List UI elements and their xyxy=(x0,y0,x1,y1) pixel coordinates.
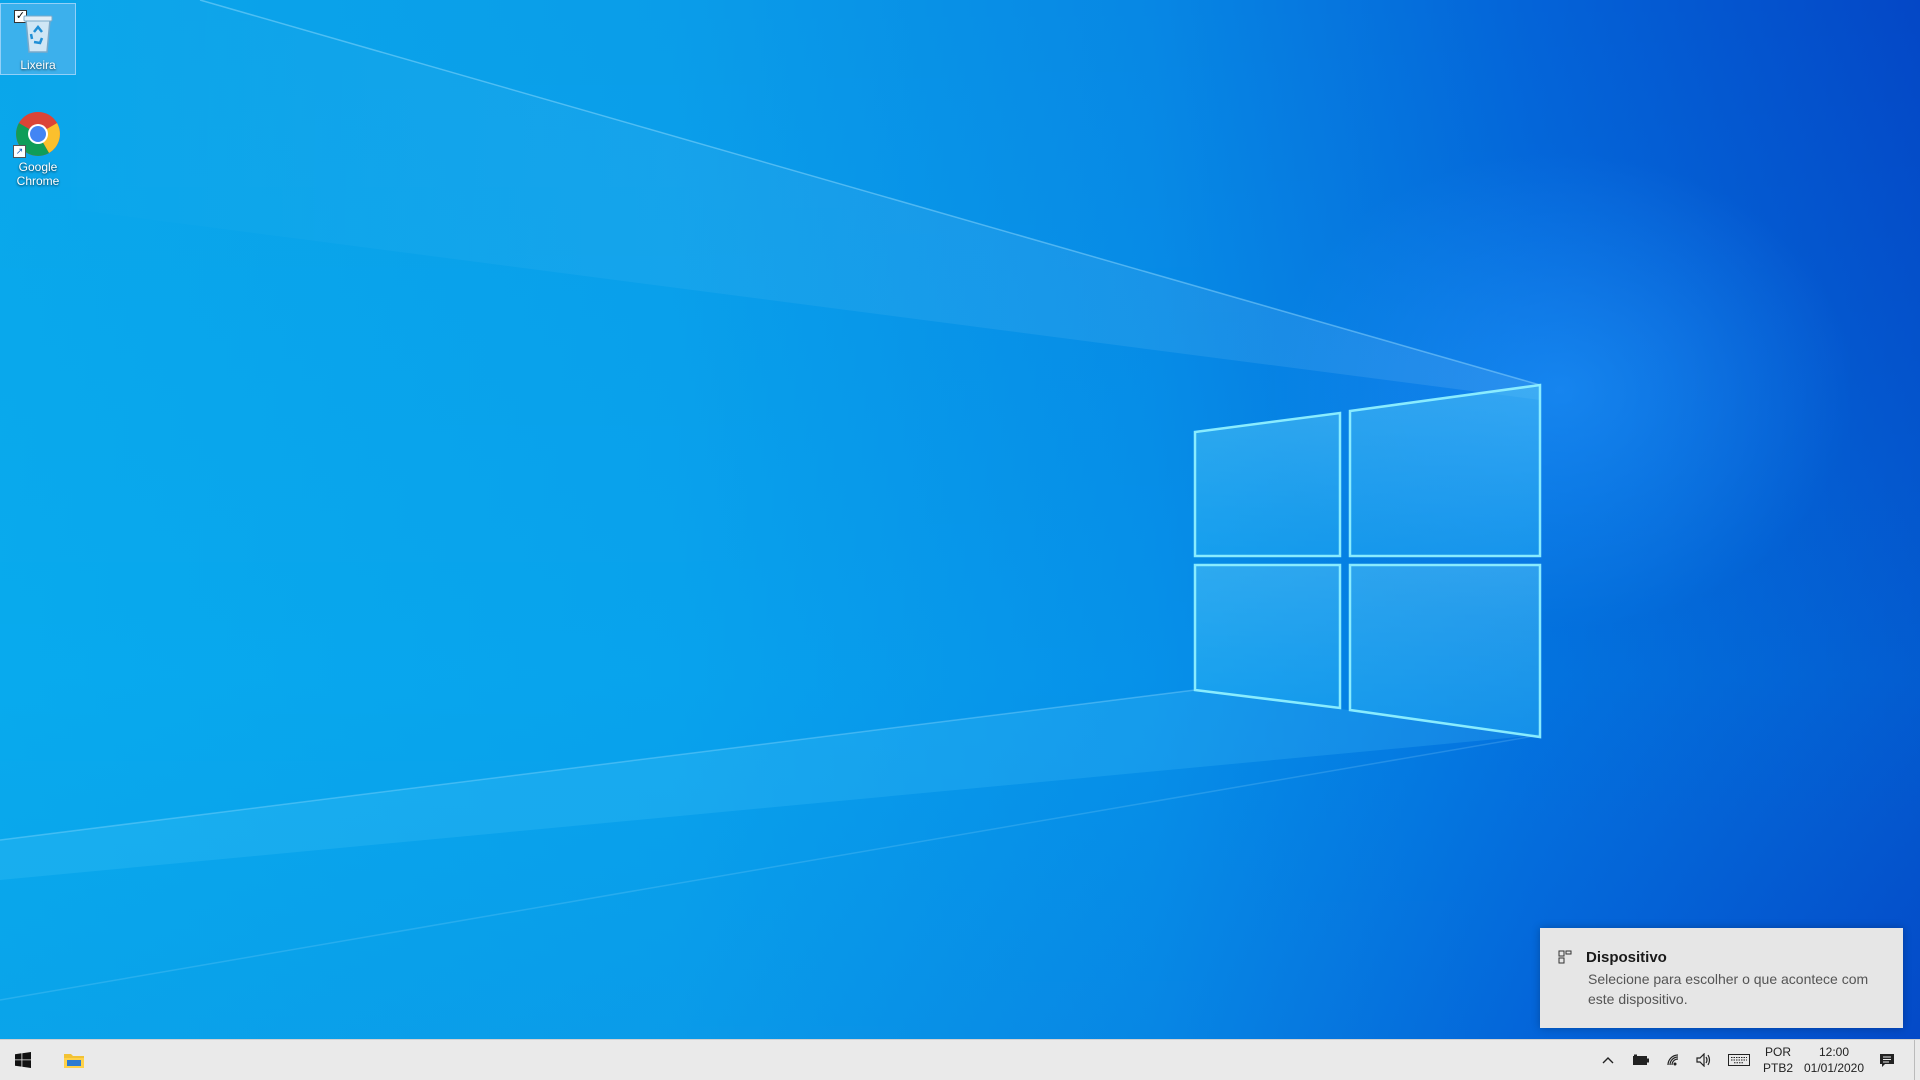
notification-toast[interactable]: Dispositivo Selecione para escolher o qu… xyxy=(1540,928,1903,1028)
volume-icon xyxy=(1696,1053,1711,1067)
desktop-icon-label: Google Chrome xyxy=(16,160,60,188)
chevron-up-icon xyxy=(1602,1057,1614,1064)
desktop[interactable]: ✓ Lixeira ↗ Google Chrome Dispositivo Se… xyxy=(0,0,1920,1039)
show-desktop-button[interactable] xyxy=(1914,1040,1920,1080)
start-button[interactable] xyxy=(0,1040,46,1080)
tray-volume[interactable] xyxy=(1692,1040,1718,1080)
recycle-bin-icon xyxy=(14,8,62,56)
taskbar: POR PTB2 12:00 01/01/2020 xyxy=(0,1039,1920,1080)
desktop-icon-recycle-bin[interactable]: ✓ Lixeira xyxy=(0,3,76,75)
battery-icon xyxy=(1633,1054,1649,1065)
wifi-icon xyxy=(1667,1054,1679,1066)
windows-logo-wallpaper xyxy=(0,0,1542,1001)
tray-input-language[interactable]: POR PTB2 xyxy=(1760,1040,1796,1080)
tray-battery[interactable] xyxy=(1628,1040,1654,1080)
tray-chevron-up[interactable] xyxy=(1596,1040,1620,1080)
notification-body: Selecione para escolher o que acontece c… xyxy=(1588,971,1869,1007)
action-center-icon xyxy=(1880,1053,1894,1067)
keyboard-layout: PTB2 xyxy=(1762,1061,1793,1075)
clock-time: 12:00 xyxy=(1818,1045,1850,1059)
clock-date: 01/01/2020 xyxy=(1803,1061,1865,1075)
language-code: POR xyxy=(1764,1045,1791,1059)
tray-clock[interactable]: 12:00 01/01/2020 xyxy=(1798,1040,1870,1080)
tray-touch-keyboard[interactable] xyxy=(1724,1040,1754,1080)
device-icon xyxy=(1558,950,1572,964)
windows-logo-icon xyxy=(15,1052,31,1068)
desktop-icon-google-chrome[interactable]: ↗ Google Chrome xyxy=(1,106,75,188)
shortcut-arrow-icon: ↗ xyxy=(13,145,26,158)
folder-icon xyxy=(64,1054,84,1068)
action-center-button[interactable] xyxy=(1872,1040,1902,1080)
desktop-icon-label: Lixeira xyxy=(20,58,56,72)
tray-network[interactable] xyxy=(1661,1040,1687,1080)
notification-title: Dispositivo xyxy=(1586,949,1667,966)
chrome-icon: ↗ xyxy=(13,110,62,158)
keyboard-icon xyxy=(1728,1054,1750,1066)
taskbar-file-explorer[interactable] xyxy=(50,1040,98,1080)
